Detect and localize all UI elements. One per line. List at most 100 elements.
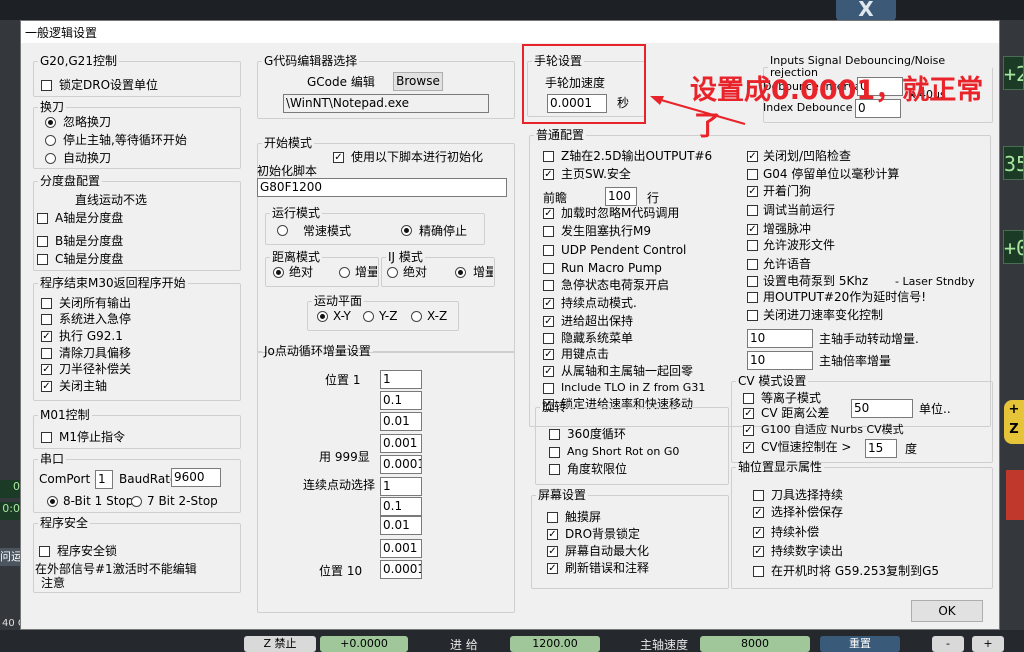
m30-item-checkbox[interactable] <box>41 348 52 359</box>
general-option-checkbox[interactable] <box>543 280 554 291</box>
rotation-option-checkbox[interactable] <box>549 464 560 475</box>
general-option-checkbox[interactable] <box>543 151 554 162</box>
general-option-checkbox[interactable]: ✓ <box>543 349 554 360</box>
cv-option-checkbox[interactable]: ✓ <box>743 425 754 436</box>
jog-increment-input[interactable]: 1 <box>380 477 422 496</box>
lock-dro-units-checkbox[interactable] <box>41 80 52 91</box>
rotation-option-checkbox[interactable] <box>549 447 560 458</box>
cv-option-checkbox[interactable]: ✓ <box>743 408 754 419</box>
m30-item-checkbox[interactable] <box>41 314 52 325</box>
screen-option-checkbox[interactable]: ✓ <box>547 529 558 540</box>
jog-increment-input[interactable]: 0.1 <box>380 391 422 410</box>
general-option-checkbox[interactable]: ✓ <box>747 224 758 235</box>
reset-side-button[interactable] <box>1006 470 1024 520</box>
a-axis-indexer-checkbox[interactable] <box>37 213 48 224</box>
cv-angle-input[interactable]: 15 <box>865 439 897 458</box>
toolchange-stop-radio[interactable] <box>45 135 56 146</box>
reset-button[interactable]: 重置 <box>820 636 900 652</box>
general-option-label: 增强脉冲 <box>763 222 812 236</box>
general-option-checkbox[interactable] <box>747 169 758 180</box>
distance-absolute-label: 绝对 <box>289 265 314 279</box>
cv-distance-input[interactable]: 50 <box>851 399 913 418</box>
general-option-checkbox[interactable] <box>747 240 758 251</box>
run-mode-constant-radio[interactable] <box>277 225 288 236</box>
lookahead-unit: 行 <box>647 191 660 205</box>
dialog-title: 一般逻辑设置 <box>25 26 98 40</box>
general-option-checkbox[interactable] <box>543 245 554 256</box>
x-axis-button[interactable]: X <box>836 0 896 22</box>
browse-button[interactable]: Browse <box>393 72 443 91</box>
screen-option-checkbox[interactable] <box>547 512 558 523</box>
general-option-checkbox[interactable] <box>747 292 758 303</box>
general-option-checkbox[interactable] <box>747 310 758 321</box>
minus-button[interactable]: - <box>932 636 964 652</box>
plus-button[interactable]: + <box>972 636 1004 652</box>
jog-increment-input[interactable]: 0.0001 <box>380 455 422 474</box>
general-option-checkbox[interactable]: ✓ <box>747 151 758 162</box>
general-option-checkbox[interactable] <box>543 333 554 344</box>
ij-incremental-radio[interactable] <box>455 267 466 278</box>
left-button[interactable]: 问运 <box>0 548 20 566</box>
serial-8bit-radio[interactable] <box>47 496 58 507</box>
m30-item-checkbox[interactable]: ✓ <box>41 381 52 392</box>
axis-display-checkbox[interactable] <box>753 490 764 501</box>
distance-incremental-radio[interactable] <box>339 267 350 278</box>
b-axis-indexer-checkbox[interactable] <box>37 236 48 247</box>
m30-item-checkbox[interactable] <box>41 298 52 309</box>
comport-input[interactable]: 1 <box>95 470 113 489</box>
axis-display-checkbox[interactable]: ✓ <box>753 527 764 538</box>
plane-xy-radio[interactable] <box>317 311 328 322</box>
plane-xz-radio[interactable] <box>411 311 422 322</box>
baudrate-input[interactable]: 9600 <box>171 468 221 487</box>
rotation-option-checkbox[interactable] <box>549 429 560 440</box>
z-disable-button[interactable]: Z 禁止 <box>244 636 316 652</box>
general-option-checkbox[interactable]: ✓ <box>543 316 554 327</box>
m30-item-checkbox[interactable]: ✓ <box>41 331 52 342</box>
init-script-input[interactable]: G80F1200 <box>257 178 507 197</box>
general-option-checkbox[interactable] <box>543 226 554 237</box>
dro-readout: +2 <box>1003 56 1024 90</box>
general-option-checkbox[interactable] <box>747 205 758 216</box>
axis-display-checkbox[interactable] <box>753 566 764 577</box>
ij-absolute-radio[interactable] <box>387 267 398 278</box>
jog-increment-input[interactable]: 0.001 <box>380 434 422 453</box>
cv-option-checkbox[interactable] <box>743 393 754 404</box>
use-init-script-checkbox[interactable]: ✓ <box>333 152 344 163</box>
plane-yz-radio[interactable] <box>363 311 374 322</box>
jog-increment-input[interactable]: 0.01 <box>380 516 422 535</box>
m30-item-checkbox[interactable]: ✓ <box>41 364 52 375</box>
m30-item-label: 关闭所有输出 <box>59 296 132 310</box>
general-option-checkbox[interactable] <box>543 263 554 274</box>
spindle-override-increment-input[interactable]: 10 <box>747 351 813 370</box>
toolchange-auto-radio[interactable] <box>45 153 56 164</box>
general-option-checkbox[interactable] <box>747 276 758 287</box>
lookahead-input[interactable]: 100 <box>605 187 637 206</box>
m1-stop-checkbox[interactable] <box>41 432 52 443</box>
toolchange-ignore-radio[interactable] <box>45 117 56 128</box>
screen-option-checkbox[interactable]: ✓ <box>547 546 558 557</box>
jog-increment-input[interactable]: 1 <box>380 370 422 389</box>
general-option-checkbox[interactable]: ✓ <box>543 298 554 309</box>
jog-increment-input[interactable]: 0.01 <box>380 412 422 431</box>
axis-display-checkbox[interactable]: ✓ <box>753 546 764 557</box>
distance-absolute-radio[interactable] <box>273 267 284 278</box>
cv-option-checkbox[interactable]: ✓ <box>743 442 754 453</box>
ok-button[interactable]: OK <box>911 600 983 622</box>
general-option-checkbox[interactable] <box>543 383 554 394</box>
serial-7bit-radio[interactable] <box>131 496 142 507</box>
jog-increment-input[interactable]: 0.0001 <box>380 560 422 579</box>
c-axis-indexer-checkbox[interactable] <box>37 254 48 265</box>
general-option-checkbox[interactable]: ✓ <box>543 208 554 219</box>
z-jog-button[interactable]: + Z <box>1004 400 1024 444</box>
axis-display-checkbox[interactable]: ✓ <box>753 507 764 518</box>
jog-increment-input[interactable]: 0.1 <box>380 497 422 516</box>
general-option-checkbox[interactable]: ✓ <box>543 169 554 180</box>
program-safety-lock-checkbox[interactable] <box>39 546 50 557</box>
spindle-jog-increment-input[interactable]: 10 <box>747 329 813 348</box>
jog-increment-input[interactable]: 0.001 <box>380 539 422 558</box>
general-option-checkbox[interactable]: ✓ <box>543 366 554 377</box>
general-option-checkbox[interactable] <box>747 259 758 270</box>
general-option-checkbox[interactable]: ✓ <box>747 186 758 197</box>
run-mode-exact-stop-radio[interactable] <box>401 225 412 236</box>
screen-option-checkbox[interactable]: ✓ <box>547 563 558 574</box>
